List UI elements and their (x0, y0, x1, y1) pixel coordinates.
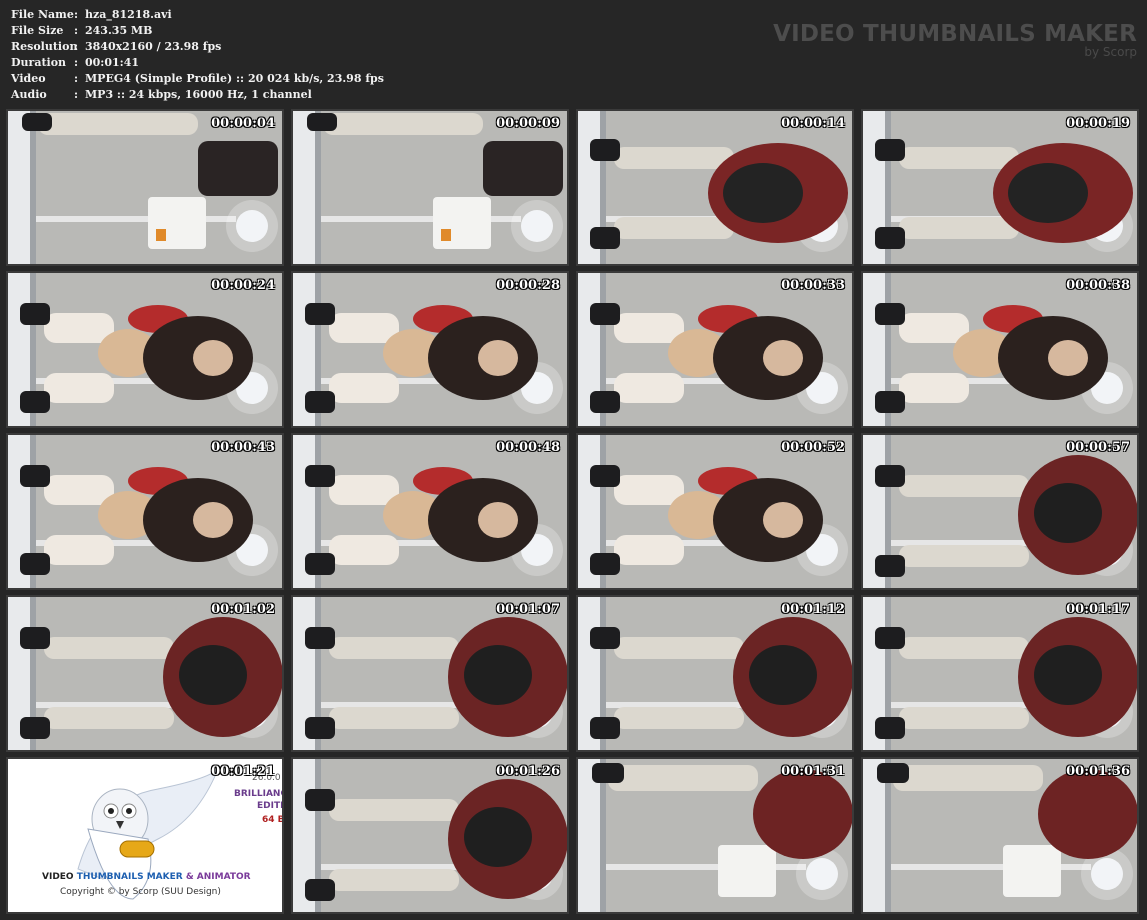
thumbnail-timestamp: 00:01:26 (496, 764, 560, 779)
metadata-row: Resolution: 3840x2160 / 23.98 fps (11, 39, 384, 55)
metadata-key: Duration (11, 56, 67, 69)
metadata-key: Resolution (11, 40, 78, 53)
thumbnail-frame: 00:01:36 (861, 757, 1139, 914)
thumbnail-timestamp: 00:01:36 (1066, 764, 1130, 779)
metadata-separator: : (74, 40, 79, 53)
thumbnail-frame: 26.0.0BRILLIANCEDITIO64 BIVIDEO THUMBNAI… (6, 757, 284, 914)
thumbnail-timestamp: 00:00:48 (496, 440, 560, 455)
thumbnail-timestamp: 00:01:07 (496, 602, 560, 617)
metadata-separator: : (74, 88, 79, 101)
thumbnail-frame: 00:01:12 (576, 595, 854, 752)
thumbnail-timestamp: 00:00:19 (1066, 116, 1130, 131)
metadata-row: Duration:00:01:41 (11, 55, 384, 71)
metadata-key: Audio (11, 88, 47, 101)
metadata-value: hza_81218.avi (85, 8, 172, 21)
thumbnail-timestamp: 00:00:28 (496, 278, 560, 293)
thumbnail-frame: 00:01:17 (861, 595, 1139, 752)
metadata-value: 3840x2160 / 23.98 fps (85, 40, 222, 53)
thumbnail-frame: 00:00:19 (861, 109, 1139, 266)
metadata-separator: : (74, 56, 79, 69)
thumbnail-timestamp: 00:00:57 (1066, 440, 1130, 455)
thumbnail-frame: 00:00:48 (291, 433, 569, 590)
thumbnail-timestamp: 00:00:14 (781, 116, 845, 131)
thumbnail-timestamp: 00:00:43 (211, 440, 275, 455)
thumbnail-timestamp: 00:00:33 (781, 278, 845, 293)
thumbnail-timestamp: 00:00:38 (1066, 278, 1130, 293)
metadata-value: 00:01:41 (85, 56, 140, 69)
file-metadata: File Name: hza_81218.avi File Size:243.35 … (11, 7, 384, 103)
thumbnail-frame: 00:00:38 (861, 271, 1139, 428)
logo-copyright: Copyright © by Scorp (SUU Design) (60, 887, 221, 897)
logo-product-name: VIDEO THUMBNAILS MAKER & ANIMATOR (42, 872, 251, 882)
thumbnail-timestamp: 00:00:09 (496, 116, 560, 131)
info-header: File Name: hza_81218.avi File Size:243.35 … (0, 0, 1147, 108)
thumbnail-frame: 00:00:43 (6, 433, 284, 590)
logo-product-part: VIDEO (42, 872, 77, 882)
thumbnail-frame: 00:00:28 (291, 271, 569, 428)
logo-edition: BRILLIANC (234, 789, 284, 799)
metadata-key: File Size (11, 24, 64, 37)
thumbnail-frame: 00:00:33 (576, 271, 854, 428)
thumbnail-frame: 00:01:02 (6, 595, 284, 752)
thumbnail-timestamp: 00:00:52 (781, 440, 845, 455)
metadata-separator: : (74, 72, 79, 85)
logo-product-part: THUMBNAILS MAKER (76, 872, 183, 882)
metadata-row: File Size:243.35 MB (11, 23, 384, 39)
thumbnail-frame: 00:00:57 (861, 433, 1139, 590)
logo-bits: 64 BI (262, 815, 284, 825)
thumbnail-timestamp: 00:01:17 (1066, 602, 1130, 617)
metadata-value: 243.35 MB (85, 24, 153, 37)
thumbnail-timestamp: 00:00:24 (211, 278, 275, 293)
metadata-separator: : (74, 24, 79, 37)
metadata-key: File Name (11, 8, 74, 21)
brand-watermark: VIDEO THUMBNAILS MAKER by Scorp (773, 20, 1137, 58)
thumbnail-frame: 00:01:26 (291, 757, 569, 914)
metadata-separator: : (74, 8, 79, 21)
thumbnail-timestamp: 00:00:04 (211, 116, 275, 131)
thumbnail-frame: 00:01:31 (576, 757, 854, 914)
metadata-row: Audio: MP3 :: 24 kbps, 16000 Hz, 1 channe… (11, 87, 384, 103)
thumbnail-frame: 00:00:52 (576, 433, 854, 590)
thumbnail-frame: 00:00:09 (291, 109, 569, 266)
metadata-value: MPEG4 (Simple Profile) :: 20 024 kb/s, 2… (85, 72, 384, 85)
thumbnail-timestamp: 00:01:21 (211, 764, 275, 779)
metadata-row: File Name: hza_81218.avi (11, 7, 384, 23)
thumbnail-timestamp: 00:01:02 (211, 602, 275, 617)
thumbnail-frame: 00:00:14 (576, 109, 854, 266)
thumbnail-timestamp: 00:01:31 (781, 764, 845, 779)
logo-product-part: & ANIMATOR (182, 872, 251, 882)
thumbnail-timestamp: 00:01:12 (781, 602, 845, 617)
brand-title: VIDEO THUMBNAILS MAKER (773, 21, 1137, 47)
metadata-row: Video: MPEG4 (Simple Profile) :: 20 024 k… (11, 71, 384, 87)
thumbnail-frame: 00:01:07 (291, 595, 569, 752)
thumbnail-frame: 00:00:24 (6, 271, 284, 428)
logo-edition: EDITIO (257, 801, 284, 811)
thumbnail-frame: 00:00:04 (6, 109, 284, 266)
metadata-value: MP3 :: 24 kbps, 16000 Hz, 1 channel (85, 88, 312, 101)
metadata-key: Video (11, 72, 46, 85)
